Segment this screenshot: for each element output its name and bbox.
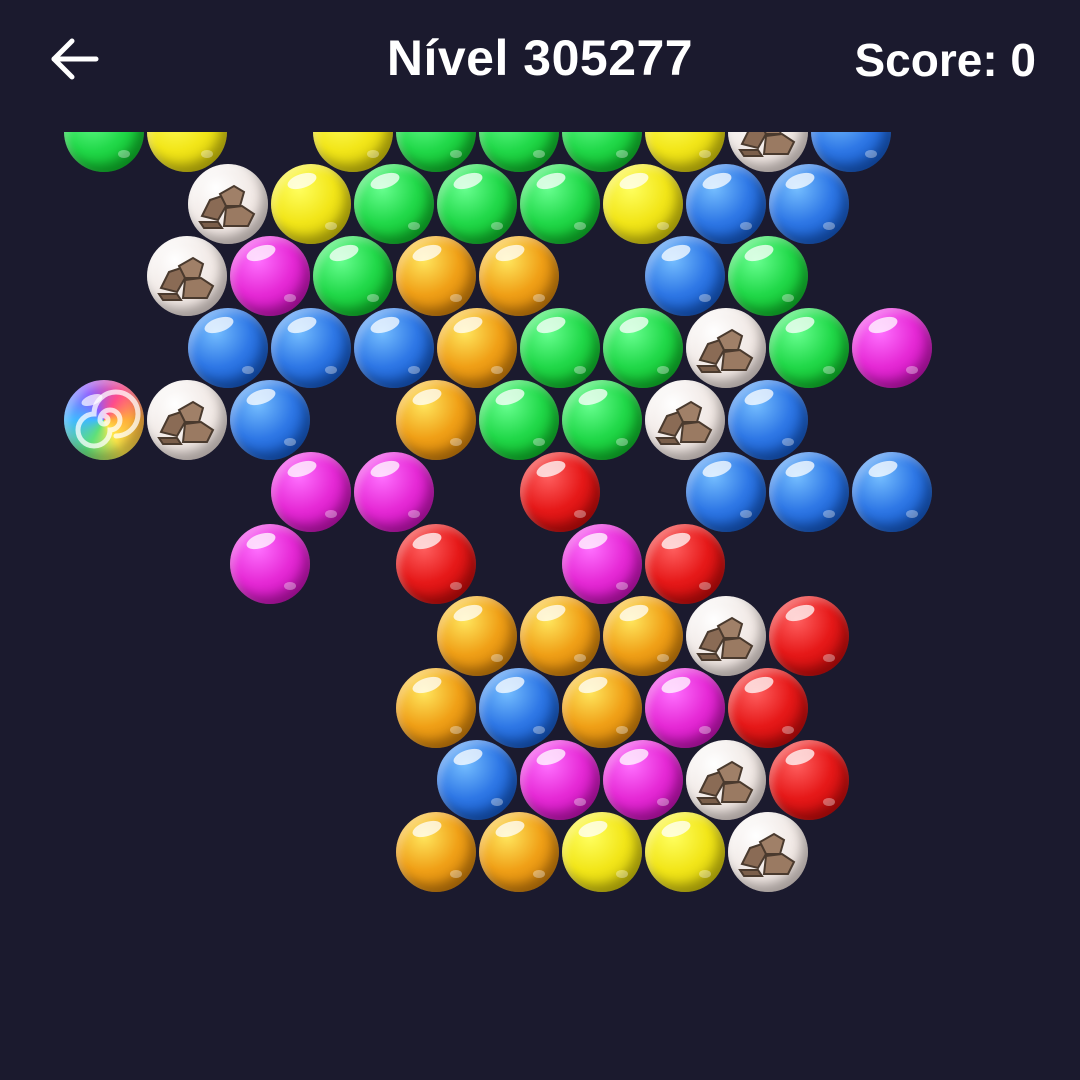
red-bubble <box>769 740 849 820</box>
magenta-bubble <box>852 308 932 388</box>
arrow-left-icon <box>51 38 99 80</box>
rock-icon <box>198 184 256 229</box>
rock-icon <box>157 400 215 445</box>
rainbow-bubble[interactable] <box>64 380 144 460</box>
rock-icon <box>738 132 796 157</box>
blue-bubble <box>728 380 808 460</box>
green-bubble <box>728 236 808 316</box>
back-button[interactable] <box>46 30 104 88</box>
rock-icon <box>696 616 754 661</box>
green-bubble <box>520 164 600 244</box>
red-bubble <box>645 524 725 604</box>
rock-icon <box>696 760 754 805</box>
yellow-bubble <box>271 164 351 244</box>
red-bubble <box>396 524 476 604</box>
green-bubble <box>520 308 600 388</box>
green-bubble <box>562 380 642 460</box>
blue-bubble <box>271 308 351 388</box>
orange-bubble <box>437 596 517 676</box>
orange-bubble <box>603 596 683 676</box>
blue-bubble <box>354 308 434 388</box>
yellow-bubble <box>603 164 683 244</box>
rock-bubble <box>686 740 766 820</box>
top-bar: Nível 305277 Score: 0 <box>0 0 1080 120</box>
rock-bubble <box>147 236 227 316</box>
blue-bubble <box>230 380 310 460</box>
orange-bubble <box>479 812 559 892</box>
orange-bubble <box>396 812 476 892</box>
score-display: Score: 0 <box>854 34 1036 86</box>
rock-icon <box>655 400 713 445</box>
rock-icon <box>157 256 215 301</box>
magenta-bubble <box>645 668 725 748</box>
orange-bubble <box>396 236 476 316</box>
green-bubble <box>437 164 517 244</box>
red-bubble <box>728 668 808 748</box>
blue-bubble <box>769 164 849 244</box>
yellow-bubble <box>562 812 642 892</box>
magenta-bubble <box>562 524 642 604</box>
orange-bubble <box>396 380 476 460</box>
blue-bubble <box>437 740 517 820</box>
blue-bubble <box>852 452 932 532</box>
orange-bubble <box>396 668 476 748</box>
green-bubble <box>64 132 144 172</box>
blue-bubble <box>188 308 268 388</box>
magenta-bubble <box>230 524 310 604</box>
blue-bubble <box>645 236 725 316</box>
magenta-bubble <box>354 452 434 532</box>
magenta-bubble <box>230 236 310 316</box>
blue-bubble <box>686 452 766 532</box>
rock-bubble <box>188 164 268 244</box>
orange-bubble <box>562 668 642 748</box>
blue-bubble <box>686 164 766 244</box>
level-title: Nível 305277 <box>386 30 694 86</box>
bubble-board[interactable] <box>0 132 1080 1080</box>
green-bubble <box>354 164 434 244</box>
red-bubble <box>769 596 849 676</box>
magenta-bubble <box>603 740 683 820</box>
rock-icon <box>696 328 754 373</box>
green-bubble <box>603 308 683 388</box>
orange-bubble <box>437 308 517 388</box>
blue-bubble <box>769 452 849 532</box>
green-bubble <box>769 308 849 388</box>
rock-icon <box>738 832 796 877</box>
green-bubble <box>479 380 559 460</box>
red-bubble <box>520 452 600 532</box>
yellow-bubble <box>645 812 725 892</box>
magenta-bubble <box>271 452 351 532</box>
orange-bubble <box>520 596 600 676</box>
rock-bubble <box>147 380 227 460</box>
rock-bubble <box>645 380 725 460</box>
rock-bubble <box>728 812 808 892</box>
green-bubble <box>313 236 393 316</box>
rock-bubble <box>686 308 766 388</box>
rock-bubble <box>686 596 766 676</box>
orange-bubble <box>479 236 559 316</box>
blue-bubble <box>479 668 559 748</box>
magenta-bubble <box>520 740 600 820</box>
swirl-icon <box>75 389 141 449</box>
